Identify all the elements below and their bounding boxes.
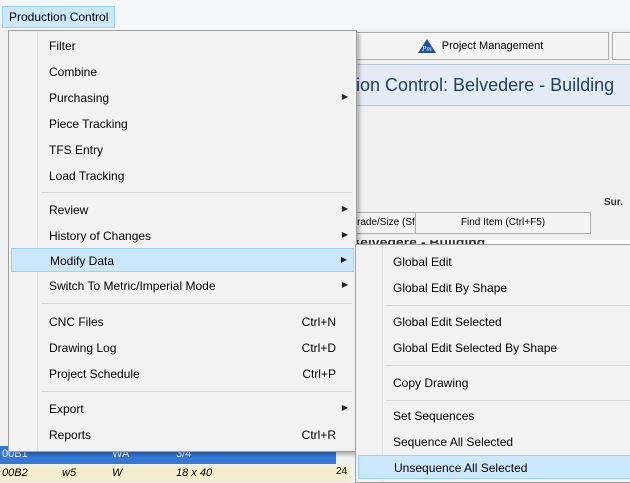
submenu-item-global-edit-selected[interactable]: Global Edit Selected: [358, 310, 630, 334]
grade-size-button[interactable]: rade/Size (Sft+F5): [352, 212, 438, 234]
pm-logo-icon: Pm: [417, 39, 436, 53]
menu-item-label: Filter: [49, 39, 76, 53]
project-management-label: Project Management: [441, 40, 544, 52]
menu-item-reports[interactable]: Reports Ctrl+R: [11, 423, 354, 447]
menu-shortcut: Ctrl+D: [301, 341, 336, 355]
title-banner: ion Control: Belvedere - Building: [352, 64, 630, 106]
submenu-item-set-sequences[interactable]: Set Sequences: [358, 404, 630, 428]
menu-item-piece-tracking[interactable]: Piece Tracking: [11, 112, 354, 136]
submenu-item-label: Copy Drawing: [393, 376, 469, 390]
menu-item-label: CNC Files: [49, 315, 104, 329]
submenu-item-sequence-all-selected[interactable]: Sequence All Selected: [358, 430, 630, 454]
menu-shortcut: Ctrl+P: [302, 367, 336, 381]
submenu-item-global-edit-selected-by-shape[interactable]: Global Edit Selected By Shape: [358, 336, 630, 360]
menu-item-export[interactable]: Export ▶: [11, 397, 354, 421]
submenu-item-label: Global Edit Selected: [393, 315, 502, 329]
submenu-item-copy-drawing[interactable]: Copy Drawing: [358, 371, 630, 395]
menu-item-label: TFS Entry: [49, 143, 104, 157]
menu-item-filter[interactable]: Filter: [11, 34, 354, 58]
production-control-menu: Filter Combine Purchasing ▶ Piece Tracki…: [8, 30, 357, 452]
menu-shortcut: Ctrl+R: [301, 428, 336, 442]
submenu-arrow-icon: ▶: [341, 403, 348, 412]
menu-item-tfs-entry[interactable]: TFS Entry: [11, 138, 354, 162]
sur-label: Sur.: [604, 197, 623, 208]
submenu-arrow-icon: ▶: [340, 255, 347, 264]
submenu-item-label: Unsequence All Selected: [394, 461, 528, 475]
modify-data-submenu: Global Edit Global Edit By Shape Global …: [355, 244, 630, 483]
menu-separator: [41, 303, 352, 304]
menu-item-label: History of Changes: [49, 229, 152, 243]
submenu-item-global-edit-by-shape[interactable]: Global Edit By Shape: [358, 276, 630, 300]
menu-item-load-tracking[interactable]: Load Tracking: [11, 164, 354, 188]
svg-text:Pm: Pm: [421, 46, 432, 53]
submenu-arrow-icon: ▶: [341, 92, 348, 101]
row-cell: 00B2: [2, 467, 28, 479]
menu-item-review[interactable]: Review ▶: [11, 198, 354, 222]
menu-separator: [41, 391, 352, 392]
submenu-arrow-icon: ▶: [341, 230, 348, 239]
menu-item-label: Drawing Log: [49, 341, 117, 355]
row-cell: 24: [336, 466, 350, 482]
row-cell: w5: [62, 467, 77, 479]
page-title: ion Control: Belvedere - Building: [356, 75, 615, 95]
row-cell: W: [112, 467, 123, 479]
menu-item-modify-data[interactable]: Modify Data ▶: [11, 248, 354, 272]
menu-item-history-of-changes[interactable]: History of Changes ▶: [11, 224, 354, 248]
table-row[interactable]: 00B2 w5 W 18 x 40: [0, 466, 336, 482]
menu-item-purchasing[interactable]: Purchasing ▶: [11, 86, 354, 110]
menu-production-control[interactable]: Production Control: [2, 6, 116, 28]
menu-item-label: Load Tracking: [49, 169, 125, 183]
menu-item-label: Review: [49, 203, 89, 217]
menu-item-label: Switch To Metric/Imperial Mode: [49, 279, 216, 293]
menu-item-project-schedule[interactable]: Project Schedule Ctrl+P: [11, 362, 354, 386]
find-item-button[interactable]: Find Item (Ctrl+F5): [415, 212, 591, 234]
submenu-item-label: Global Edit By Shape: [393, 281, 508, 295]
submenu-item-label: Sequence All Selected: [393, 435, 514, 449]
submenu-arrow-icon: ▶: [341, 204, 348, 213]
submenu-item-label: Global Edit: [393, 255, 452, 269]
submenu-separator: [386, 365, 630, 366]
menu-item-cnc-files[interactable]: CNC Files Ctrl+N: [11, 310, 354, 334]
menu-item-combine[interactable]: Combine: [11, 60, 354, 84]
menu-item-label: Modify Data: [50, 254, 115, 268]
submenu-arrow-icon: ▶: [341, 280, 348, 289]
menu-shortcut: Ctrl+N: [301, 315, 336, 329]
project-management-button[interactable]: Pm Project Management: [352, 32, 609, 60]
submenu-item-unsequence-all-selected[interactable]: Unsequence All Selected: [358, 455, 630, 479]
submenu-separator: [386, 305, 630, 306]
submenu-item-label: Set Sequences: [393, 409, 475, 423]
row-cell: 18 x 40: [176, 467, 213, 479]
menu-item-drawing-log[interactable]: Drawing Log Ctrl+D: [11, 336, 354, 360]
menu-item-label: Export: [49, 402, 84, 416]
menu-item-label: Purchasing: [49, 91, 110, 105]
toolbar-button-partial[interactable]: [612, 32, 630, 60]
menu-item-label: Reports: [49, 428, 92, 442]
menu-bar: Production Control: [0, 0, 630, 30]
menu-item-label: Project Schedule: [49, 367, 140, 381]
menu-item-label: Piece Tracking: [49, 117, 128, 131]
menu-separator: [41, 192, 352, 193]
submenu-item-label: Global Edit Selected By Shape: [393, 341, 558, 355]
menu-item-switch-mode[interactable]: Switch To Metric/Imperial Mode ▶: [11, 274, 354, 298]
submenu-item-global-edit[interactable]: Global Edit: [358, 250, 630, 274]
submenu-separator: [386, 400, 630, 401]
menu-item-label: Combine: [49, 65, 98, 79]
